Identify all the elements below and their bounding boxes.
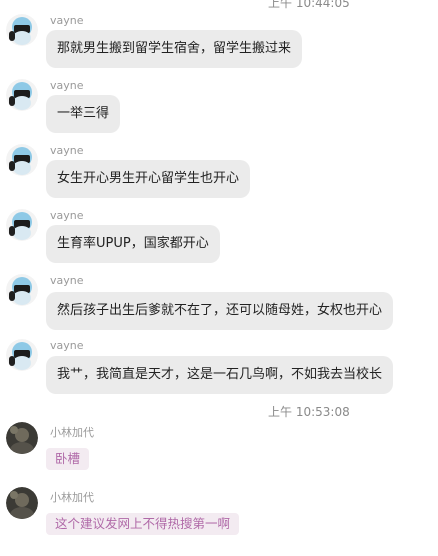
message-bubble[interactable]: 女生开心男生开心留学生也开心 bbox=[46, 160, 251, 198]
cartoon-avatar-icon bbox=[6, 14, 38, 46]
avatar[interactable] bbox=[6, 487, 38, 519]
avatar[interactable] bbox=[6, 144, 38, 176]
message-bubble[interactable]: 生育率UPUP，国家都开心 bbox=[46, 225, 220, 263]
avatar[interactable] bbox=[6, 79, 38, 111]
photo-avatar-icon bbox=[6, 487, 38, 519]
message-bubble[interactable]: 然后孩子出生后爹就不在了，还可以随母姓，女权也开心 bbox=[46, 292, 394, 330]
avatar[interactable] bbox=[6, 339, 38, 371]
avatar[interactable] bbox=[6, 274, 38, 306]
sender-name: vayne bbox=[50, 274, 84, 287]
cartoon-avatar-icon bbox=[6, 274, 38, 306]
sender-name: vayne bbox=[50, 339, 84, 352]
avatar[interactable] bbox=[6, 209, 38, 241]
message-bubble[interactable]: 我艹，我简直是天才，这是一石几鸟啊，不如我去当校长 bbox=[46, 356, 394, 394]
message-bubble[interactable]: 那就男生搬到留学生宿舍，留学生搬过来 bbox=[46, 30, 303, 68]
sender-name: 小林加代 bbox=[50, 491, 94, 504]
cartoon-avatar-icon bbox=[6, 339, 38, 371]
sender-name: 小林加代 bbox=[50, 426, 94, 439]
avatar[interactable] bbox=[6, 422, 38, 454]
message-bubble[interactable]: 一举三得 bbox=[46, 95, 121, 133]
sender-name: vayne bbox=[50, 79, 84, 92]
timestamp-top: 上午 10:44:05 bbox=[268, 0, 350, 10]
cartoon-avatar-icon bbox=[6, 144, 38, 176]
avatar[interactable] bbox=[6, 14, 38, 46]
timestamp-middle: 上午 10:53:08 bbox=[268, 405, 350, 419]
cartoon-avatar-icon bbox=[6, 209, 38, 241]
sender-name: vayne bbox=[50, 209, 84, 222]
message-bubble[interactable]: 这个建议发网上不得热搜第一啊 bbox=[46, 513, 240, 535]
message-bubble[interactable]: 卧槽 bbox=[46, 448, 90, 470]
sender-name: vayne bbox=[50, 144, 84, 157]
sender-name: vayne bbox=[50, 14, 84, 27]
cartoon-avatar-icon bbox=[6, 79, 38, 111]
photo-avatar-icon bbox=[6, 422, 38, 454]
